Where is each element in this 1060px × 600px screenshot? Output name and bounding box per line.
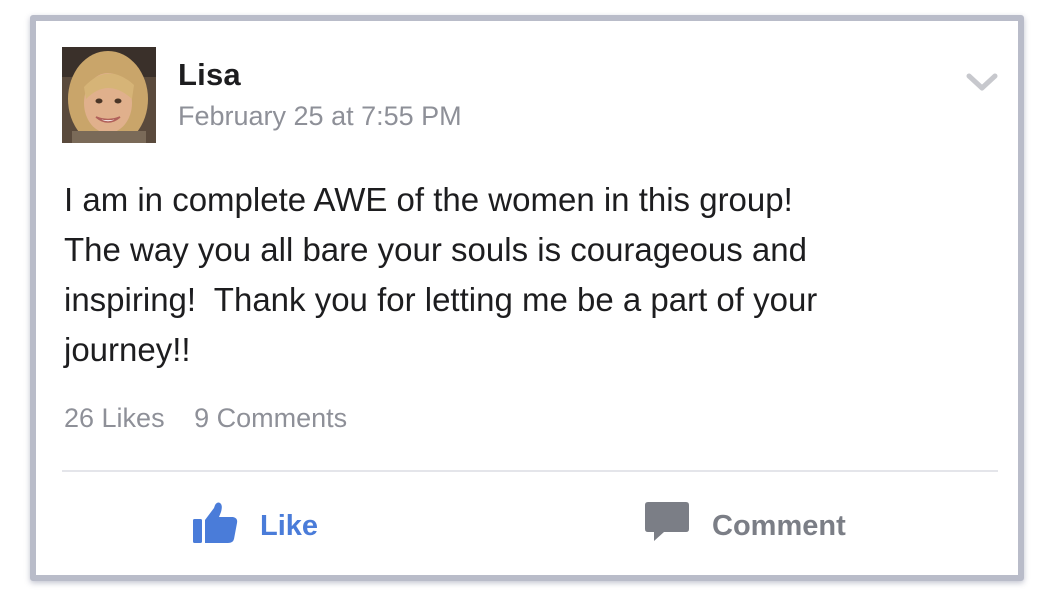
like-label: Like bbox=[260, 509, 319, 542]
screenshot-frame: Lisa February 25 at 7:55 PM I am in comp… bbox=[0, 0, 1060, 600]
comment-label: Comment bbox=[712, 509, 846, 542]
author-name[interactable]: Lisa bbox=[178, 57, 241, 93]
like-button[interactable]: Like bbox=[192, 501, 318, 551]
comments-count[interactable]: 9 Comments bbox=[194, 403, 347, 433]
post-text-line: inspiring! Thank you for letting me be a… bbox=[64, 281, 818, 318]
avatar[interactable] bbox=[62, 47, 156, 143]
post-stats: 26 Likes 9 Comments bbox=[64, 403, 369, 434]
post-text-line: The way you all bare your souls is coura… bbox=[64, 231, 807, 268]
chevron-down-icon[interactable] bbox=[964, 69, 1000, 95]
post-timestamp[interactable]: February 25 at 7:55 PM bbox=[178, 101, 462, 132]
likes-count[interactable]: 26 Likes bbox=[64, 403, 165, 433]
divider bbox=[62, 470, 998, 472]
post-text: I am in complete AWE of the women in thi… bbox=[64, 175, 994, 375]
post-text-line: I am in complete AWE of the women in thi… bbox=[64, 181, 793, 218]
comment-button[interactable]: Comment bbox=[644, 501, 846, 551]
thumbs-up-icon bbox=[192, 500, 238, 552]
speech-bubble-icon bbox=[644, 501, 690, 551]
avatar-image bbox=[62, 47, 156, 143]
post-text-line: journey!! bbox=[64, 331, 191, 368]
post-card: Lisa February 25 at 7:55 PM I am in comp… bbox=[30, 15, 1024, 581]
